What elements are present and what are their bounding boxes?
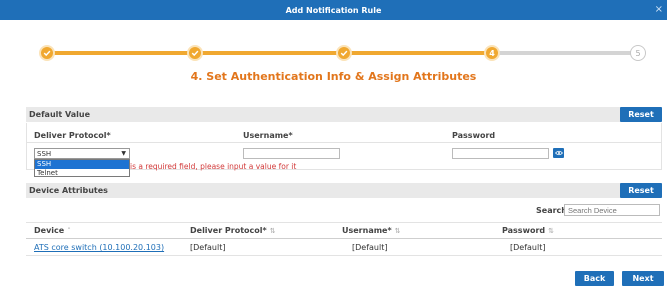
step-connector bbox=[492, 51, 638, 55]
deliver-protocol-value: SSH bbox=[37, 149, 52, 158]
row-username: [Default] bbox=[352, 243, 388, 252]
step-connector bbox=[344, 51, 490, 55]
step-title: 4. Set Authentication Info & Assign Attr… bbox=[190, 70, 477, 83]
device-attributes-header: Device Attributes bbox=[26, 183, 662, 198]
next-button[interactable]: Next bbox=[622, 271, 664, 286]
th-deliver-protocol-label: Deliver Protocol* bbox=[190, 226, 267, 235]
step-5-pending: 5 bbox=[630, 45, 646, 61]
th-username-label: Username* bbox=[342, 226, 392, 235]
chevron-down-icon: ▼ bbox=[121, 150, 126, 157]
wizard-stepper: 4 5 bbox=[0, 40, 667, 70]
col-deliver-protocol: Deliver Protocol* bbox=[34, 131, 111, 140]
col-username: Username* bbox=[243, 131, 293, 140]
username-input[interactable] bbox=[243, 148, 340, 159]
step-connector bbox=[196, 51, 342, 55]
deliver-protocol-dropdown: SSH Telnet bbox=[34, 159, 130, 177]
password-input[interactable] bbox=[452, 148, 549, 159]
close-icon[interactable]: × bbox=[655, 4, 663, 15]
th-password[interactable]: Password ⇅ bbox=[502, 226, 554, 235]
sort-icon: ⇅ bbox=[394, 227, 401, 235]
th-deliver-protocol[interactable]: Deliver Protocol* ⇅ bbox=[190, 226, 276, 235]
sort-icon: ⇅ bbox=[269, 227, 276, 235]
table-header-divider bbox=[26, 238, 662, 239]
divider bbox=[26, 255, 662, 256]
step-2-check-icon bbox=[187, 45, 203, 61]
th-device-label: Device bbox=[34, 226, 65, 235]
default-value-header: Default Value bbox=[26, 107, 662, 122]
eye-icon[interactable] bbox=[553, 148, 564, 158]
dropdown-option-telnet[interactable]: Telnet bbox=[35, 169, 129, 178]
dialog-titlebar: Add Notification Rule × bbox=[0, 0, 667, 20]
sort-asc-icon: ˄ bbox=[67, 227, 71, 235]
search-device-input[interactable] bbox=[564, 204, 660, 216]
row-password: [Default] bbox=[510, 243, 546, 252]
th-device[interactable]: Device ˄ bbox=[34, 226, 71, 235]
sort-icon: ⇅ bbox=[548, 227, 555, 235]
step-4-current: 4 bbox=[484, 45, 500, 61]
th-username[interactable]: Username* ⇅ bbox=[342, 226, 401, 235]
col-password: Password bbox=[452, 131, 496, 140]
step-3-check-icon bbox=[336, 45, 352, 61]
dropdown-option-ssh[interactable]: SSH bbox=[35, 160, 129, 169]
row-protocol: [Default] bbox=[190, 243, 226, 252]
default-value-title: Default Value bbox=[29, 110, 91, 119]
step-connector bbox=[47, 51, 193, 55]
device-link[interactable]: ATS core switch (10.100.20.103) bbox=[34, 243, 164, 252]
th-password-label: Password bbox=[502, 226, 546, 235]
required-error-message: is a required field, please input a valu… bbox=[130, 162, 297, 171]
divider bbox=[26, 222, 662, 223]
device-attributes-title: Device Attributes bbox=[29, 186, 108, 195]
back-button[interactable]: Back bbox=[575, 271, 614, 286]
device-reset-button[interactable]: Reset bbox=[620, 183, 662, 198]
step-1-check-icon bbox=[39, 45, 55, 61]
divider bbox=[26, 142, 662, 143]
dialog-title: Add Notification Rule bbox=[285, 5, 382, 15]
deliver-protocol-select[interactable]: SSH ▼ bbox=[34, 148, 130, 159]
default-reset-button[interactable]: Reset bbox=[620, 107, 662, 122]
